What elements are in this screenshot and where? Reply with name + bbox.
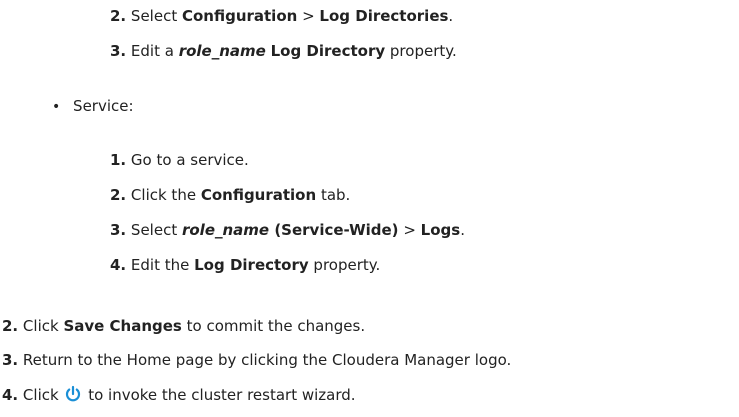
ui-term: Logs (420, 221, 461, 239)
step-number: 1. (110, 151, 127, 169)
main-step-return-home: 3. Return to the Home page by clicking t… (2, 350, 511, 370)
step-text: . (460, 221, 465, 239)
step-text: Select (130, 221, 182, 239)
ui-term: (Service-Wide) (269, 221, 399, 239)
service-step-edit-log-directory: 4. Edit the Log Directory property. (110, 255, 380, 275)
step-text: Go to a service. (130, 151, 249, 169)
bullet-icon: • (52, 99, 61, 115)
step-text: property. (308, 256, 381, 274)
ui-term: Configuration (200, 186, 317, 204)
nested-step-edit-log-directory: 3. Edit a role_name Log Directory proper… (110, 41, 457, 61)
step-number: 2. (110, 186, 127, 204)
step-text: Edit the (130, 256, 195, 274)
restart-icon (64, 385, 82, 403)
placeholder-term: role_name (178, 42, 266, 60)
ui-term: Log Directory (270, 42, 386, 60)
step-text: to invoke the cluster restart wizard. (83, 386, 356, 404)
service-bullet: • Service: (52, 96, 134, 117)
step-text: Edit a (130, 42, 179, 60)
step-number: 2. (2, 317, 19, 335)
ui-term: Save Changes (63, 317, 182, 335)
service-step-click-configuration-tab: 2. Click the Configuration tab. (110, 185, 350, 205)
service-step-select-logs: 3. Select role_name (Service-Wide) > Log… (110, 220, 465, 240)
step-text: Select (130, 7, 182, 25)
step-number: 2. (110, 7, 127, 25)
main-step-save-changes: 2. Click Save Changes to commit the chan… (2, 316, 365, 336)
step-number: 3. (110, 42, 127, 60)
service-step-go-to-service: 1. Go to a service. (110, 150, 249, 170)
step-text: Return to the Home page by clicking the … (22, 351, 512, 369)
step-text: Click (22, 386, 64, 404)
step-text: property. (385, 42, 457, 60)
bullet-label: Service: (73, 97, 134, 115)
step-text: to commit the changes. (181, 317, 366, 335)
ui-term: Configuration (181, 7, 298, 25)
step-number: 4. (110, 256, 127, 274)
step-number: 3. (110, 221, 127, 239)
ui-term: Log Directories (319, 7, 449, 25)
ui-term: Log Directory (194, 256, 309, 274)
step-text: > (297, 7, 320, 25)
step-text: Click (22, 317, 64, 335)
step-text: . (448, 7, 454, 25)
step-number: 4. (2, 386, 19, 404)
step-text: > (398, 221, 421, 239)
step-text: Click the (130, 186, 201, 204)
placeholder-term: role_name (181, 221, 270, 239)
main-step-restart-cluster: 4. Click to invoke the cluster restart w… (2, 385, 356, 405)
step-number: 3. (2, 351, 19, 369)
nested-step-select-configuration: 2. Select Configuration > Log Directorie… (110, 6, 453, 26)
step-text: tab. (316, 186, 351, 204)
